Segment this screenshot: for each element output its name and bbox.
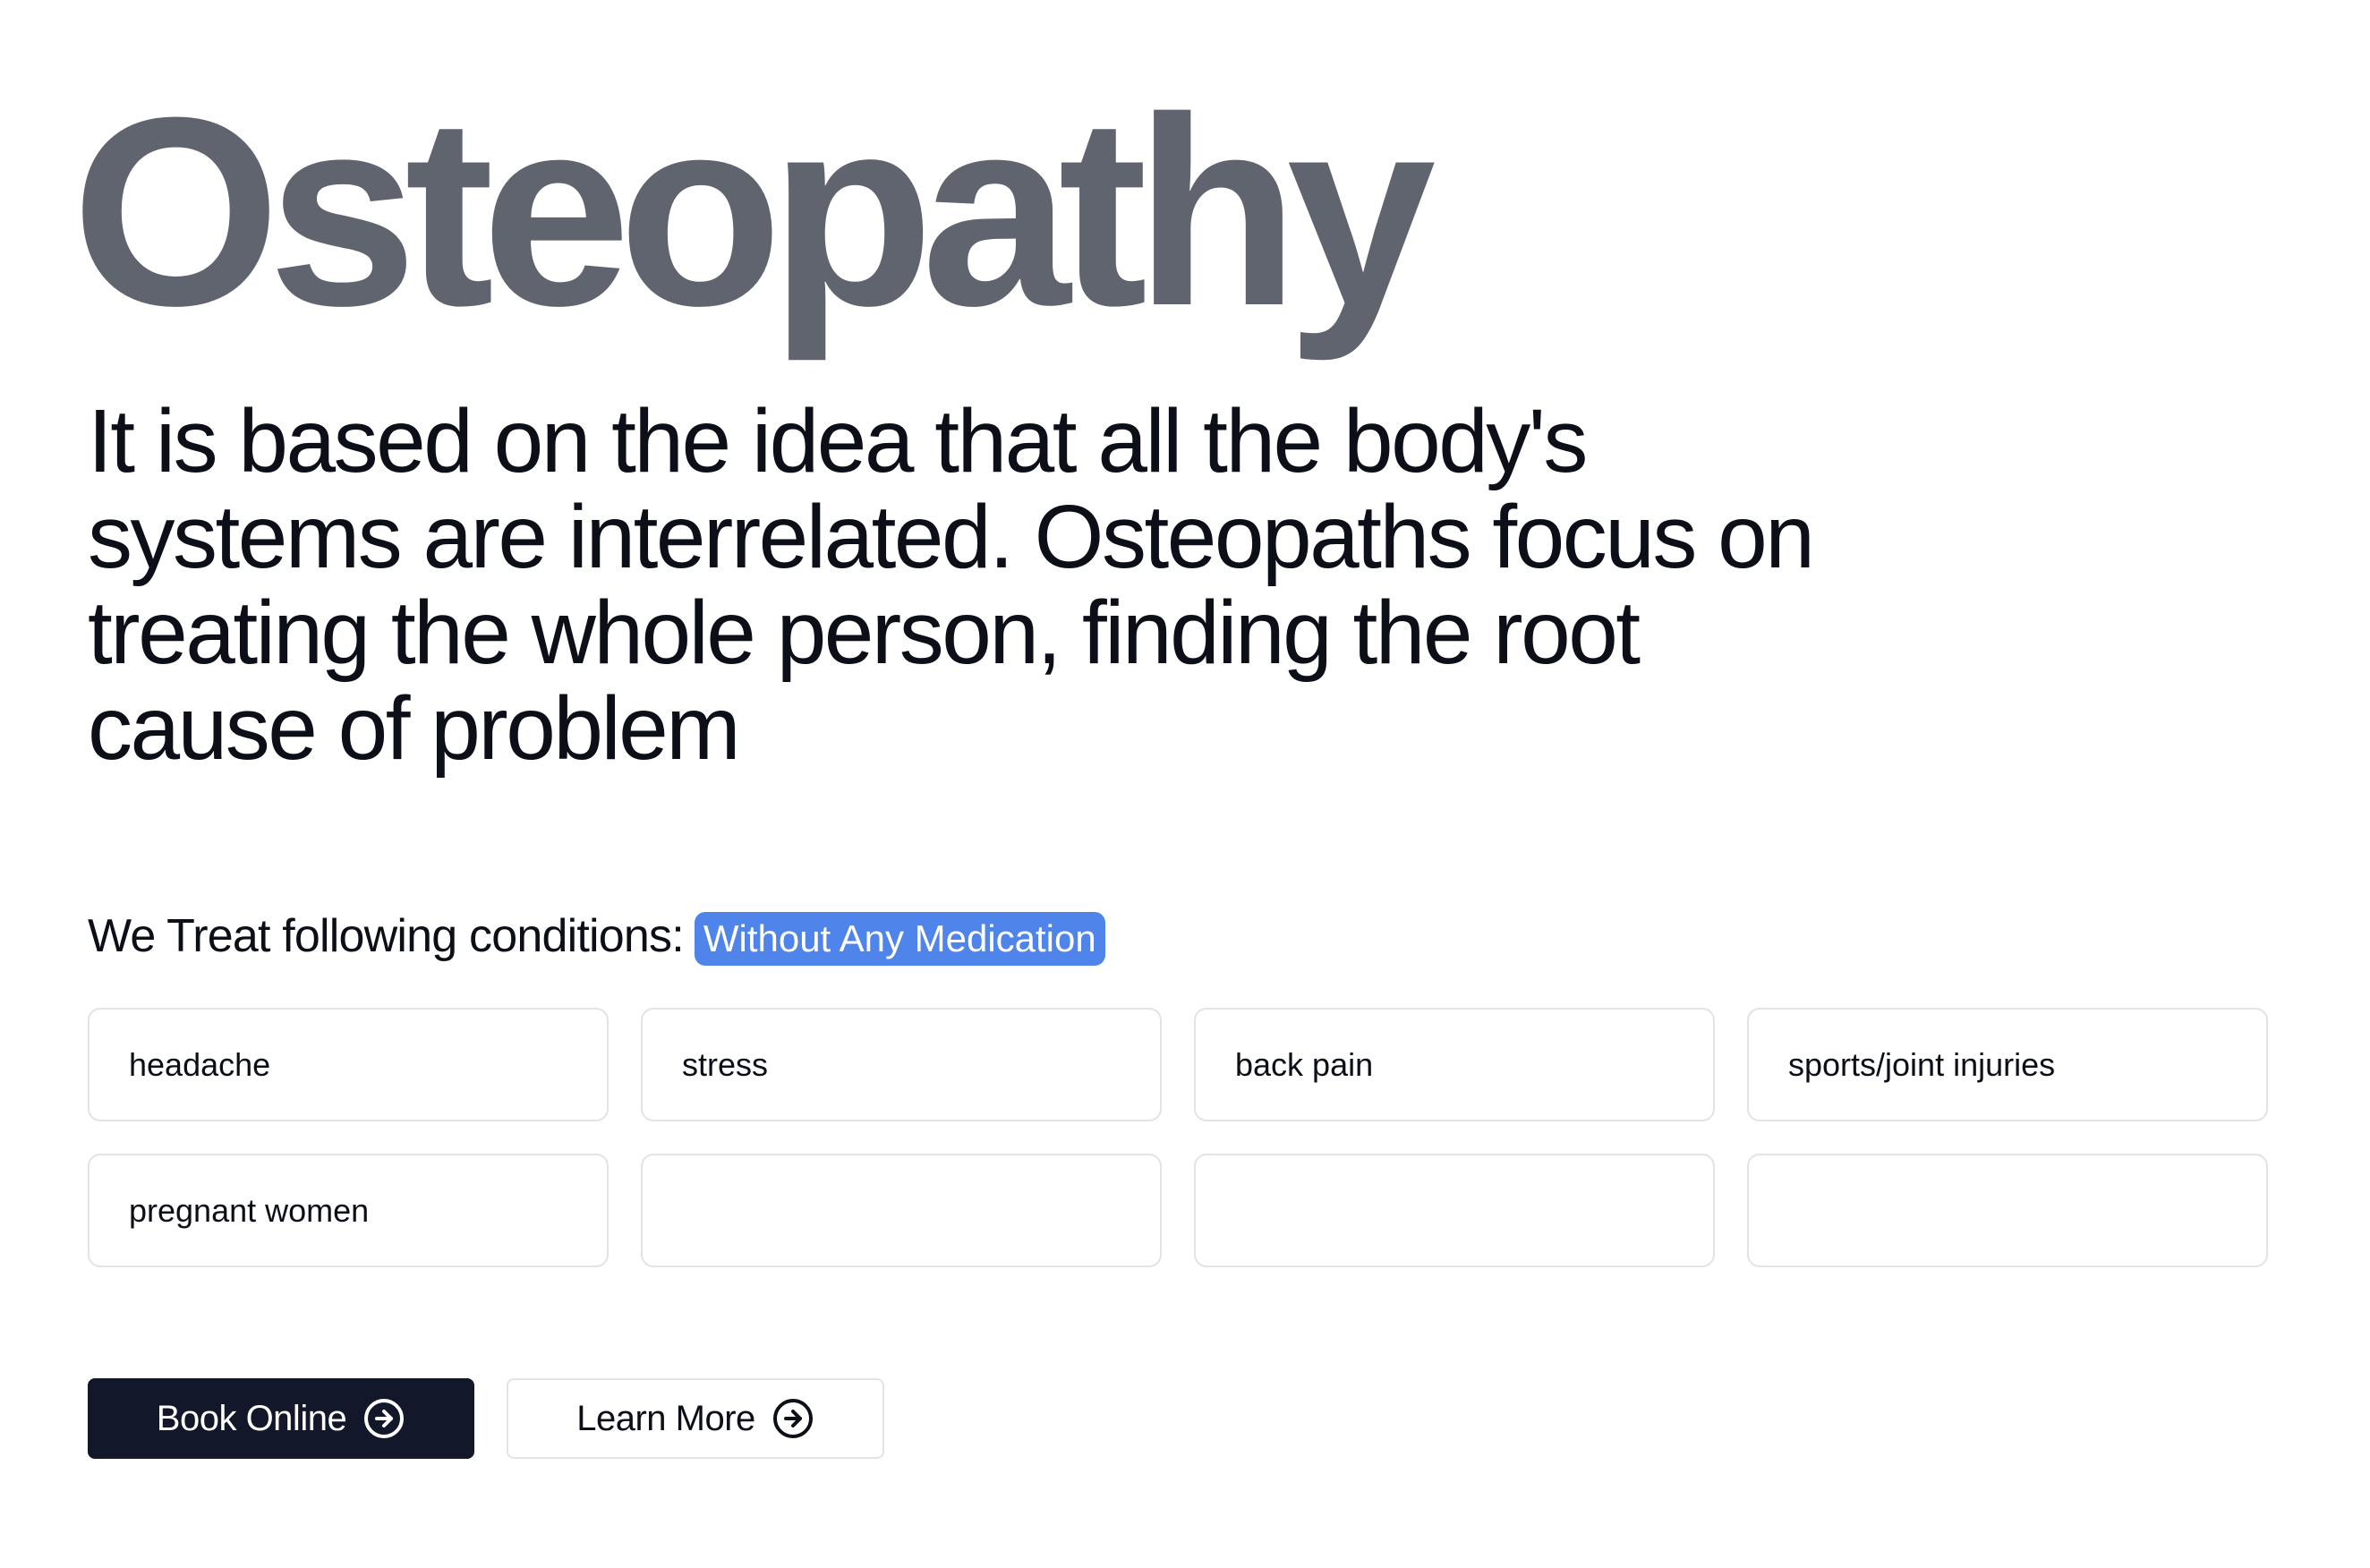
condition-card-stress[interactable]: stress (641, 1008, 1162, 1121)
page: Osteopathy It is based on the idea that … (0, 0, 2370, 1568)
page-title: Osteopathy (72, 61, 1436, 362)
arrow-right-circle-icon (772, 1397, 814, 1440)
learn-more-label: Learn More (576, 1398, 755, 1438)
book-online-label: Book Online (156, 1398, 347, 1438)
conditions-heading: We Treat following conditions: Without A… (88, 906, 1105, 967)
condition-card-back-pain[interactable]: back pain (1194, 1008, 1715, 1121)
condition-card-pregnant-women[interactable]: pregnant women (88, 1154, 609, 1267)
medication-badge: Without Any Medication (694, 912, 1105, 966)
book-online-button[interactable]: Book Online (88, 1378, 474, 1459)
condition-card-sports-joint-injuries[interactable]: sports/joint injuries (1747, 1008, 2268, 1121)
hero-description: It is based on the idea that all the bod… (88, 391, 1815, 779)
conditions-label: We Treat following conditions: (88, 910, 685, 962)
condition-card-empty[interactable] (1194, 1154, 1715, 1267)
learn-more-button[interactable]: Learn More (507, 1378, 884, 1459)
conditions-grid: headache stress back pain sports/joint i… (88, 1008, 2268, 1267)
condition-card-empty[interactable] (641, 1154, 1162, 1267)
condition-card-empty[interactable] (1747, 1154, 2268, 1267)
arrow-right-circle-icon (362, 1397, 405, 1440)
condition-card-headache[interactable]: headache (88, 1008, 609, 1121)
action-buttons: Book Online Learn More (88, 1378, 884, 1459)
